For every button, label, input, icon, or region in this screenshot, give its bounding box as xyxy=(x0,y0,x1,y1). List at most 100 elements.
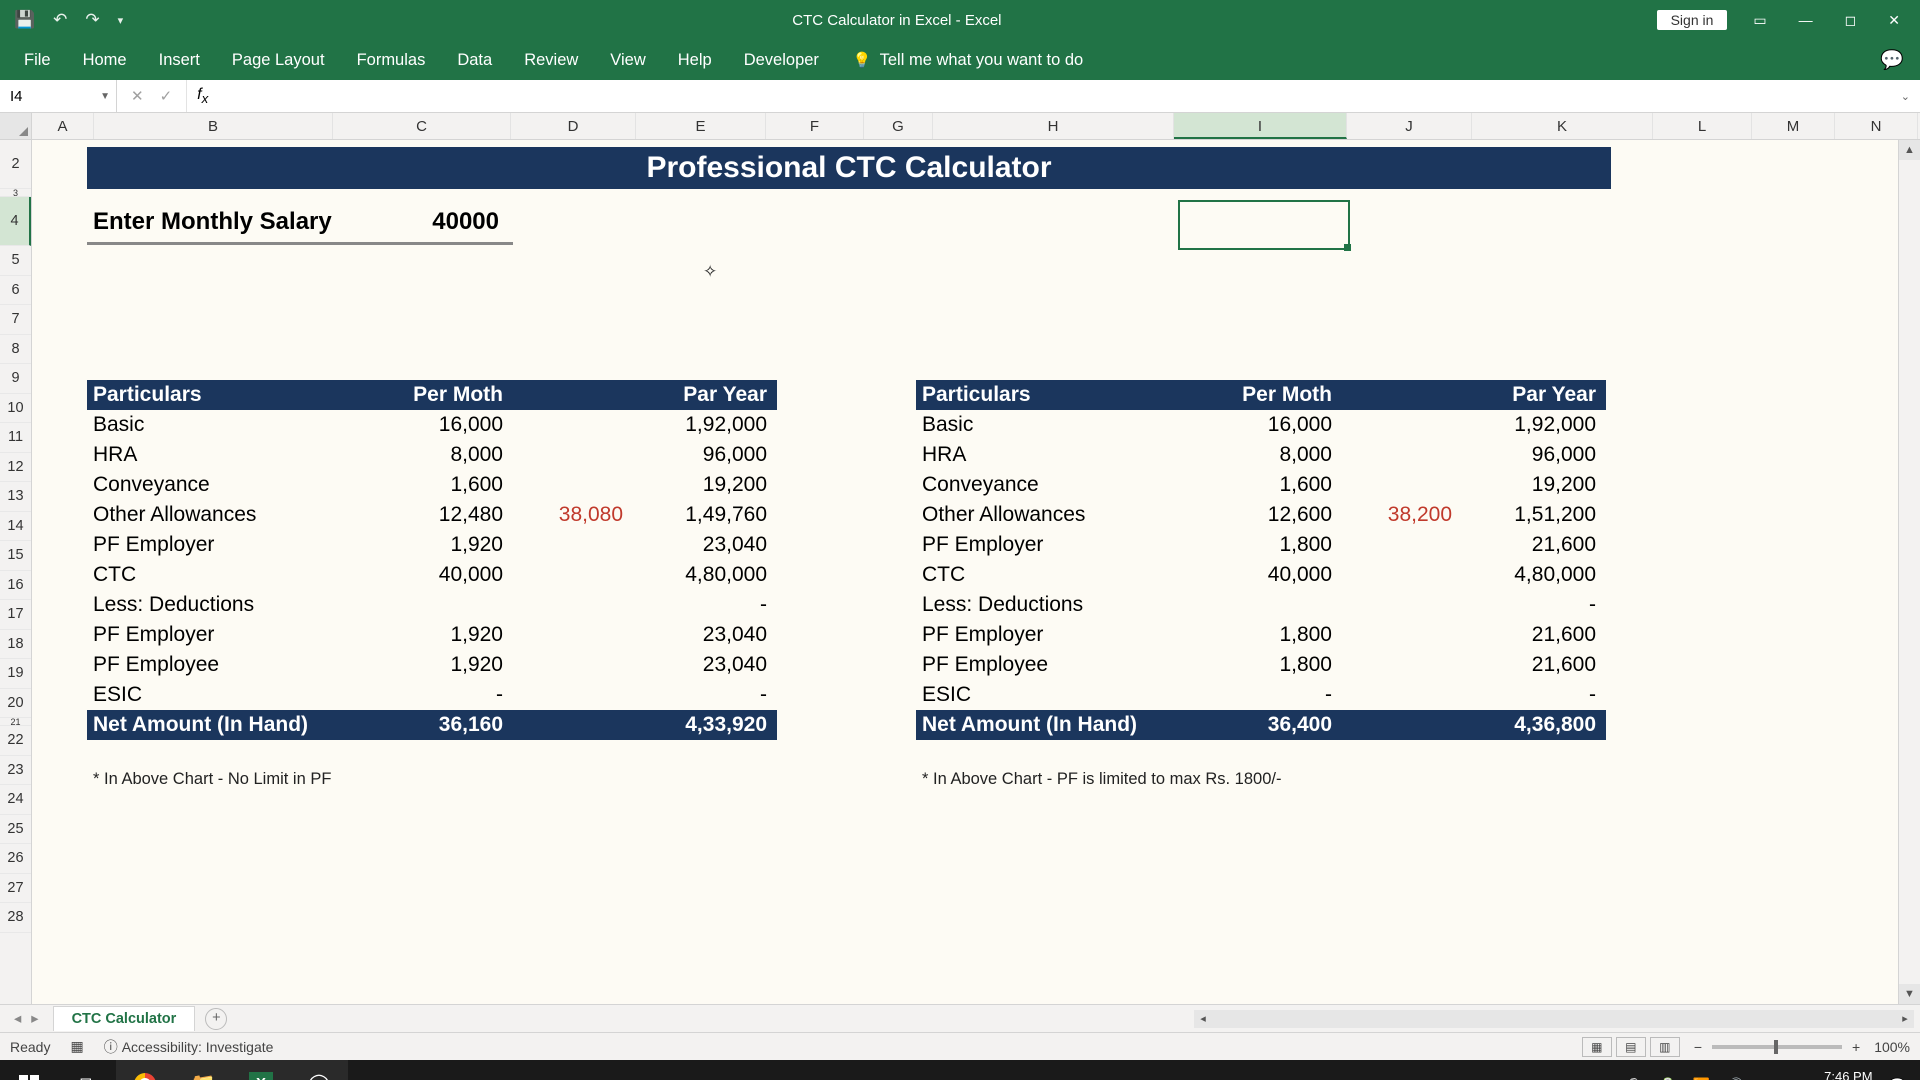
taskbar-explorer[interactable]: 📁 xyxy=(174,1060,232,1080)
ribbon-tab-help[interactable]: Help xyxy=(662,42,728,79)
expand-formula-bar-icon[interactable]: ⌄ xyxy=(1891,90,1920,103)
add-sheet-button[interactable]: + xyxy=(205,1008,227,1030)
page-layout-view-button[interactable]: ▤ xyxy=(1616,1037,1646,1057)
tray-mic-icon[interactable]: 🎙 xyxy=(1626,1077,1644,1080)
page-break-view-button[interactable]: ▥ xyxy=(1650,1037,1680,1057)
vertical-scrollbar[interactable]: ▲ ▼ xyxy=(1898,140,1920,1004)
col-header-L[interactable]: L xyxy=(1653,113,1752,139)
taskbar-excel[interactable]: X xyxy=(232,1060,290,1080)
ribbon-tab-view[interactable]: View xyxy=(594,42,661,79)
tell-me-input[interactable]: Tell me what you want to do xyxy=(880,51,1084,70)
row-header-25[interactable]: 25 xyxy=(0,815,31,845)
chevron-down-icon[interactable]: ▼ xyxy=(100,91,110,102)
row-header-9[interactable]: 9 xyxy=(0,364,31,394)
taskbar-chrome[interactable] xyxy=(116,1060,174,1080)
row-header-6[interactable]: 6 xyxy=(0,276,31,306)
row-header-16[interactable]: 16 xyxy=(0,571,31,601)
undo-icon[interactable]: ↶ xyxy=(53,10,67,30)
start-button[interactable] xyxy=(0,1060,58,1080)
select-all-corner[interactable] xyxy=(0,113,32,139)
task-view-button[interactable]: ⧉ xyxy=(58,1060,116,1080)
share-icon[interactable]: 💬 xyxy=(1880,48,1904,72)
macro-record-icon[interactable]: ▦ xyxy=(70,1038,83,1055)
tray-wifi-icon[interactable]: 📶 xyxy=(1693,1077,1710,1080)
minimize-icon[interactable]: — xyxy=(1793,12,1819,28)
col-header-N[interactable]: N xyxy=(1835,113,1918,139)
zoom-in-button[interactable]: + xyxy=(1852,1039,1860,1055)
row-header-17[interactable]: 17 xyxy=(0,600,31,630)
ribbon-tab-page-layout[interactable]: Page Layout xyxy=(216,42,341,79)
ribbon-display-icon[interactable]: ▭ xyxy=(1747,12,1772,29)
save-icon[interactable]: 💾 xyxy=(14,10,35,30)
scroll-up-icon[interactable]: ▲ xyxy=(1899,140,1920,160)
ribbon-tab-home[interactable]: Home xyxy=(67,42,143,79)
worksheet-grid[interactable]: Professional CTC Calculator Enter Monthl… xyxy=(32,140,1898,1004)
scroll-down-icon[interactable]: ▼ xyxy=(1899,984,1920,1004)
col-header-C[interactable]: C xyxy=(333,113,511,139)
tray-battery-icon[interactable]: 🔋 xyxy=(1659,1077,1676,1080)
zoom-slider[interactable] xyxy=(1712,1045,1842,1049)
row-header-8[interactable]: 8 xyxy=(0,335,31,365)
row-header-18[interactable]: 18 xyxy=(0,630,31,660)
col-header-G[interactable]: G xyxy=(864,113,933,139)
row-header-7[interactable]: 7 xyxy=(0,305,31,335)
close-icon[interactable]: ✕ xyxy=(1882,12,1906,29)
col-header-I[interactable]: I xyxy=(1174,113,1347,139)
sheet-tab-active[interactable]: CTC Calculator xyxy=(53,1006,196,1031)
fx-icon[interactable]: fx xyxy=(187,86,218,106)
scroll-right-icon[interactable]: ▸ xyxy=(1896,1010,1914,1028)
row-header-26[interactable]: 26 xyxy=(0,844,31,874)
col-header-E[interactable]: E xyxy=(636,113,766,139)
row-header-23[interactable]: 23 xyxy=(0,756,31,786)
enter-formula-icon[interactable]: ✓ xyxy=(160,87,173,105)
horizontal-scrollbar[interactable]: ◂ ▸ xyxy=(1194,1010,1914,1028)
row-header-21[interactable]: 21 xyxy=(0,718,31,726)
sign-in-button[interactable]: Sign in xyxy=(1657,10,1728,30)
action-center-icon[interactable]: 💬 xyxy=(1889,1077,1906,1080)
row-header-27[interactable]: 27 xyxy=(0,874,31,904)
tray-volume-icon[interactable]: 🔊 xyxy=(1726,1077,1743,1080)
row-header-14[interactable]: 14 xyxy=(0,512,31,542)
zoom-out-button[interactable]: − xyxy=(1694,1039,1702,1055)
zoom-level[interactable]: 100% xyxy=(1874,1039,1910,1055)
row-header-4[interactable]: 4 xyxy=(0,197,31,246)
ribbon-tab-data[interactable]: Data xyxy=(441,42,508,79)
row-header-3[interactable]: 3 xyxy=(0,189,31,197)
row-header-10[interactable]: 10 xyxy=(0,394,31,424)
tab-nav-next-icon[interactable]: ▸ xyxy=(31,1011,38,1027)
ribbon-tab-file[interactable]: File xyxy=(8,42,67,79)
row-header-13[interactable]: 13 xyxy=(0,482,31,512)
accessibility-status[interactable]: Accessibility: Investigate xyxy=(122,1039,274,1055)
col-header-M[interactable]: M xyxy=(1752,113,1835,139)
salary-entry-value[interactable]: 40000 xyxy=(432,208,513,236)
ribbon-tab-developer[interactable]: Developer xyxy=(728,42,835,79)
redo-icon[interactable]: ↷ xyxy=(85,10,99,30)
row-header-11[interactable]: 11 xyxy=(0,423,31,453)
cancel-formula-icon[interactable]: ✕ xyxy=(131,87,144,105)
col-header-A[interactable]: A xyxy=(32,113,94,139)
col-header-H[interactable]: H xyxy=(933,113,1174,139)
col-header-B[interactable]: B xyxy=(94,113,333,139)
row-header-15[interactable]: 15 xyxy=(0,541,31,571)
row-header-24[interactable]: 24 xyxy=(0,785,31,815)
row-header-20[interactable]: 20 xyxy=(0,689,31,719)
normal-view-button[interactable]: ▦ xyxy=(1582,1037,1612,1057)
name-box[interactable]: I4 ▼ xyxy=(0,80,117,112)
active-cell-selection[interactable] xyxy=(1178,200,1350,250)
taskbar-obs[interactable]: ◯ xyxy=(290,1060,348,1080)
row-header-28[interactable]: 28 xyxy=(0,903,31,933)
ribbon-tab-review[interactable]: Review xyxy=(508,42,594,79)
row-header-12[interactable]: 12 xyxy=(0,453,31,483)
maximize-icon[interactable]: ◻ xyxy=(1839,12,1863,29)
row-header-5[interactable]: 5 xyxy=(0,246,31,276)
qat-customize-icon[interactable]: ▾ xyxy=(118,14,124,27)
row-header-22[interactable]: 22 xyxy=(0,726,31,756)
row-header-19[interactable]: 19 xyxy=(0,659,31,689)
col-header-J[interactable]: J xyxy=(1347,113,1472,139)
scroll-left-icon[interactable]: ◂ xyxy=(1194,1010,1212,1028)
tray-clock[interactable]: 7:46 PM 04-04-2023 xyxy=(1806,1069,1873,1080)
tab-nav-prev-icon[interactable]: ◂ xyxy=(14,1011,21,1027)
col-header-K[interactable]: K xyxy=(1472,113,1653,139)
ribbon-tab-formulas[interactable]: Formulas xyxy=(341,42,442,79)
row-header-2[interactable]: 2 xyxy=(0,140,31,189)
